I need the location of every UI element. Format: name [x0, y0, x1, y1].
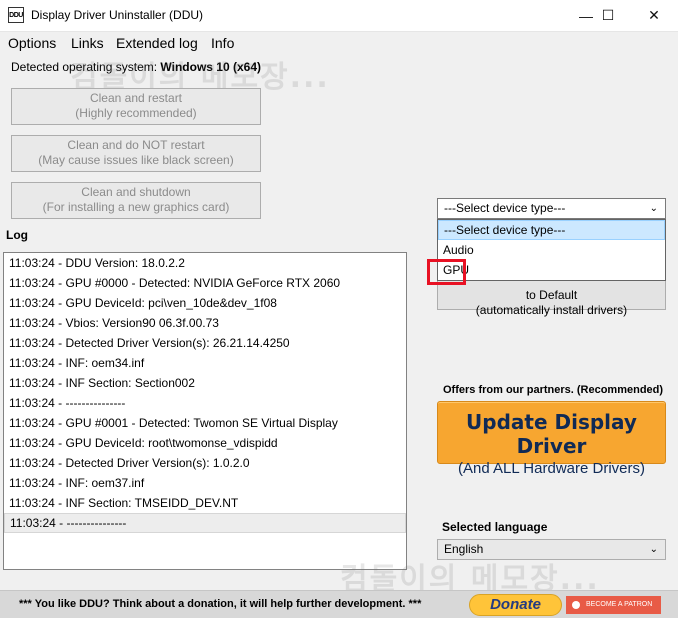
dropdown-option-gpu[interactable]: GPU	[438, 260, 665, 280]
log-list[interactable]: 11:03:24 - DDU Version: 18.0.2.2 11:03:2…	[3, 252, 407, 570]
chevron-down-icon: ⌄	[649, 544, 658, 555]
window-title: Display Driver Uninstaller (DDU)	[31, 8, 204, 22]
patron-label: BECOME A PATRON	[586, 601, 653, 608]
log-line: 11:03:24 - ---------------	[9, 396, 126, 410]
menu-extended-log[interactable]: Extended log	[116, 35, 198, 51]
log-line: 11:03:24 - GPU #0001 - Detected: Twomon …	[9, 416, 338, 430]
restore-sublabel: (automatically install drivers)	[475, 303, 628, 317]
device-type-value: ---Select device type---	[444, 201, 566, 215]
update-driver-title: Update Display Driver	[466, 410, 637, 458]
donate-button[interactable]: Donate	[469, 594, 562, 616]
title-bar: DDU Display Driver Uninstaller (DDU) — ☐…	[0, 0, 678, 31]
maximize-button[interactable]: ☐	[585, 0, 631, 31]
device-type-select[interactable]: ---Select device type--- ⌄	[437, 198, 666, 219]
clean-shutdown-sublabel: (For installing a new graphics card)	[42, 200, 230, 214]
log-line: 11:03:24 - DDU Version: 18.0.2.2	[9, 256, 185, 270]
maximize-icon: ☐	[601, 7, 615, 23]
close-button[interactable]: ✕	[631, 0, 677, 31]
log-line: 11:03:24 - Detected Driver Version(s): 2…	[9, 336, 290, 350]
language-label: Selected language	[442, 520, 548, 534]
update-driver-subtitle: (And ALL Hardware Drivers)	[457, 460, 645, 477]
log-line: 11:03:24 - INF: oem34.inf	[9, 356, 145, 370]
device-type-dropdown: ---Select device type--- Audio GPU	[437, 219, 666, 281]
log-line: 11:03:24 - INF Section: Section002	[9, 376, 195, 390]
restore-label: to Default	[525, 288, 578, 302]
dropdown-option-audio[interactable]: Audio	[438, 240, 665, 260]
clean-no-restart-sublabel: (May cause issues like black screen)	[38, 153, 234, 167]
log-line: 11:03:24 - Detected Driver Version(s): 1…	[9, 456, 250, 470]
patreon-icon	[572, 601, 580, 609]
app-icon-text: DDU	[9, 11, 23, 19]
main-content: Detected operating system: Windows 10 (x…	[0, 54, 678, 618]
gpu-highlight-box	[427, 259, 466, 285]
clean-no-restart-label: Clean and do NOT restart	[67, 138, 205, 152]
log-line-selected: 11:03:24 - ---------------	[4, 513, 406, 533]
clean-no-restart-button[interactable]: Clean and do NOT restart (May cause issu…	[11, 135, 261, 172]
clean-restart-sublabel: (Highly recommended)	[75, 106, 197, 120]
menu-info[interactable]: Info	[211, 35, 234, 51]
menu-options[interactable]: Options	[8, 35, 56, 51]
restore-default-button[interactable]: to Default (automatically install driver…	[437, 276, 666, 317]
log-line: 11:03:24 - GPU #0000 - Detected: NVIDIA …	[9, 276, 341, 290]
clean-and-restart-button[interactable]: Clean and restart (Highly recommended)	[11, 88, 261, 125]
update-display-driver-button[interactable]: Update Display Driver (And ALL Hardware …	[437, 401, 666, 477]
log-line: 11:03:24 - INF: oem37.inf	[9, 476, 145, 490]
ddu-app-icon: DDU	[8, 7, 24, 23]
log-line: 11:03:24 - GPU DeviceId: root\twomonse_v…	[9, 436, 278, 450]
clean-and-shutdown-button[interactable]: Clean and shutdown (For installing a new…	[11, 182, 261, 219]
menu-links[interactable]: Links	[71, 35, 104, 51]
log-title: Log	[6, 228, 28, 242]
log-line: 11:03:24 - Vbios: Version90 06.3f.00.73	[9, 316, 219, 330]
log-line: 11:03:24 - INF Section: TMSEIDD_DEV.NT	[9, 496, 239, 510]
menu-bar: Options Links Extended log Info	[0, 31, 678, 54]
chevron-down-icon: ⌄	[649, 203, 658, 214]
become-patron-button[interactable]: BECOME A PATRON	[566, 596, 661, 614]
close-icon: ✕	[648, 7, 660, 23]
partners-label: Offers from our partners. (Recommended)	[443, 384, 664, 396]
log-line: 11:03:24 - GPU DeviceId: pci\ven_10de&de…	[9, 296, 277, 310]
clean-restart-label: Clean and restart	[89, 91, 183, 105]
donation-message: *** You like DDU? Think about a donation…	[19, 598, 422, 610]
footer-bar: *** You like DDU? Think about a donation…	[0, 590, 678, 618]
clean-shutdown-label: Clean and shutdown	[81, 185, 191, 199]
dropdown-option-placeholder[interactable]: ---Select device type---	[438, 220, 665, 240]
